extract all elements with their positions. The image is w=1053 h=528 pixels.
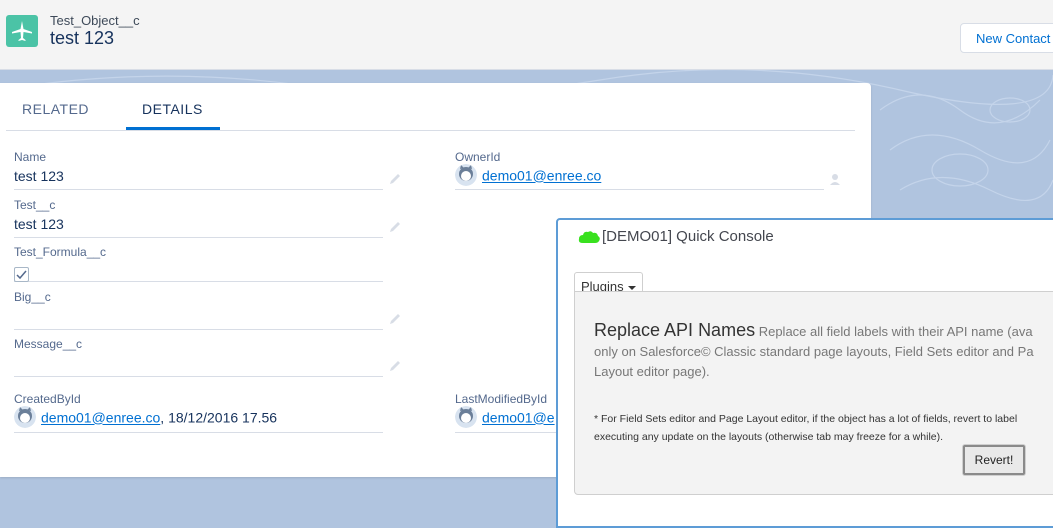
active-tab-indicator [126,127,220,130]
field-name: Name test 123 [14,150,400,190]
edit-pencil-icon[interactable] [388,312,402,326]
owner-link[interactable]: demo01@enree.co [482,168,601,184]
plugin-note-line: * For Field Sets editor and Page Layout … [594,413,1018,425]
field-label: Test_Formula__c [14,245,107,259]
plugin-note-line: executing any update on the layouts (oth… [594,431,944,443]
plugin-desc-line: Replace all field labels with their API … [758,324,1033,339]
caret-down-icon [627,285,636,290]
edit-pencil-icon[interactable] [388,359,402,373]
field-label: OwnerId [455,150,501,164]
quick-console-panel: [DEMO01] Quick Console Plugins Replace A… [556,218,1053,528]
field-created-by: CreatedById demo01@enree.co, 18/12/2016 … [14,392,383,433]
field-label: CreatedById [14,392,81,406]
field-test-c: Test__c test 123 [14,198,400,238]
field-label: Big__c [14,290,51,304]
field-label: Message__c [14,337,83,351]
console-title: [DEMO01] Quick Console [602,228,774,245]
last-modified-link[interactable]: demo01@e [482,410,555,426]
edit-pencil-icon[interactable] [388,172,402,186]
field-value: test 123 [14,168,64,184]
field-value: demo01@e [455,406,555,430]
field-label: Test__c [14,198,56,212]
field-message-c: Message__c [14,337,400,377]
plugin-desc-line: Layout editor page). [594,364,710,379]
field-label: Name [14,150,47,164]
checkmark-icon [16,270,27,280]
plugin-description: Replace API Names Replace all field labe… [594,320,1053,382]
user-avatar-icon [14,406,36,428]
edit-pencil-icon[interactable] [388,220,402,234]
user-avatar-icon [455,164,477,186]
field-value: demo01@enree.co, 18/12/2016 17.56 [14,406,278,430]
object-icon [6,15,38,47]
record-title: test 123 [50,28,115,48]
field-value: test 123 [14,216,64,232]
tab-details[interactable]: DETAILS [142,101,203,117]
tab-related[interactable]: RELATED [22,101,89,117]
new-contact-button[interactable]: New Contact [960,23,1053,53]
tab-bar: RELATED DETAILS [6,83,855,131]
plugin-panel: Replace API Names Replace all field labe… [574,291,1053,495]
object-type-label: Test_Object__c [50,13,140,28]
created-by-link[interactable]: demo01@enree.co [41,410,160,426]
user-avatar-icon [455,406,477,428]
plugin-note: * For Field Sets editor and Page Layout … [594,410,1053,446]
salesforce-cloud-icon [578,231,600,243]
plugin-desc-line: only on Salesforce© Classic standard pag… [594,344,1034,359]
field-owner: OwnerId demo01@enree.co [455,150,840,190]
airplane-icon [12,21,32,41]
created-date: , 18/12/2016 17.56 [160,409,278,426]
revert-button[interactable]: Revert! [963,445,1025,475]
field-value: demo01@enree.co [455,164,601,188]
field-test-formula: Test_Formula__c [14,245,383,282]
field-label: LastModifiedById [455,392,548,406]
field-big-c: Big__c [14,290,400,330]
change-owner-icon[interactable] [829,172,843,186]
record-header: Test_Object__c test 123 New Contact [0,0,1053,70]
formula-checkbox [14,267,29,282]
plugin-name: Replace API Names [594,320,756,340]
